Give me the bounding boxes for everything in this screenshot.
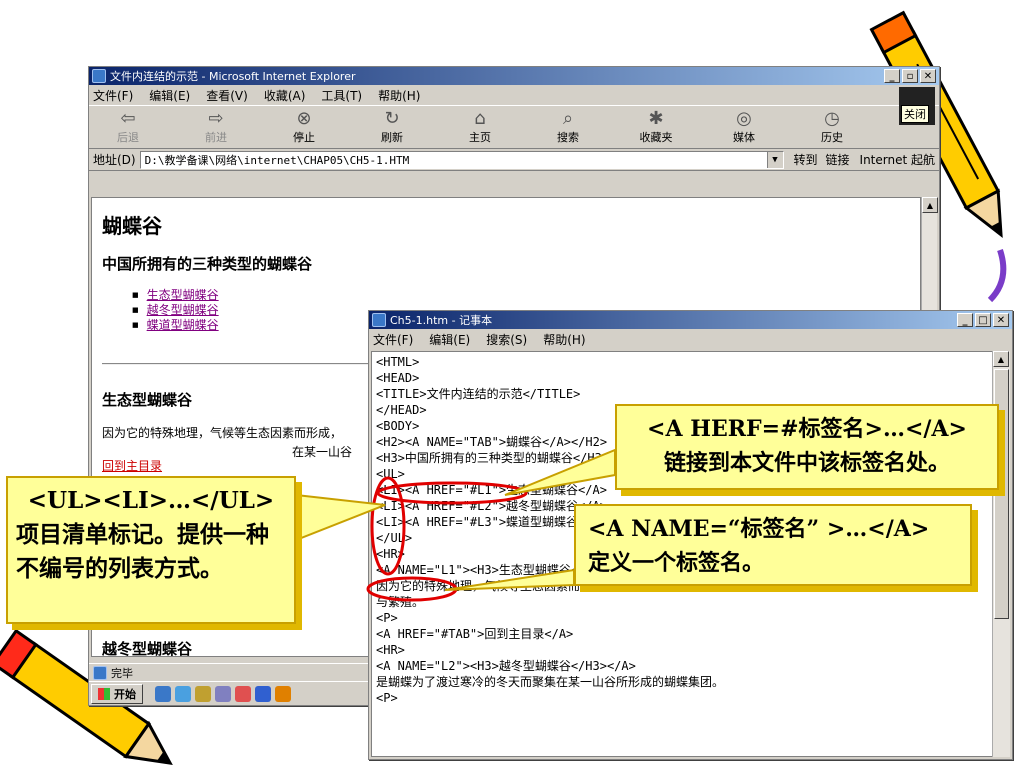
close-button[interactable]: ✕ (920, 69, 936, 83)
search-label: 搜索 (557, 131, 579, 144)
outlook-quick-icon[interactable] (175, 685, 191, 702)
callout-ul-title: <UL><LI>…</UL> (27, 487, 275, 514)
home-button[interactable]: ⌂ 主页 (449, 109, 511, 145)
np-minimize-button[interactable]: _ (957, 313, 973, 327)
status-page-icon (93, 665, 107, 680)
forward-button[interactable]: ⇨ 前进 (185, 109, 247, 145)
scroll-up-icon[interactable]: ▲ (922, 197, 938, 213)
callout-name: <A NAME=“标签名” >…</A> 定义一个标签名。 (574, 504, 972, 586)
edit-quick-icon[interactable] (195, 685, 211, 702)
media-button[interactable]: ◎ 媒体 (713, 109, 775, 145)
favorites-icon: ✱ (648, 108, 664, 129)
callout-href-title: <A HERF=#标签名>…</A> (647, 416, 967, 442)
stop-label: 停止 (293, 131, 315, 144)
start-label: 开始 (114, 687, 136, 701)
menu-edit[interactable]: 编辑(E) (149, 87, 190, 104)
ie-title: 文件内连结的示范 - Microsoft Internet Explorer (110, 70, 356, 83)
status-text: 完毕 (111, 666, 133, 680)
menu-view[interactable]: 查看(V) (206, 87, 248, 104)
start-button[interactable]: 开始 (91, 683, 143, 704)
home-label: 主页 (469, 131, 491, 144)
ie-toolbar: ⇦ 后退 ⇨ 前进 ⊗ 停止 ↻ 刷新 ⌂ 主页 ⌕ 搜索 ✱ 收藏夹 ◎ 媒体 ◷ 历史 (89, 105, 939, 149)
np-scroll-up-icon[interactable]: ▲ (993, 351, 1009, 367)
menu-favorites[interactable]: 收藏(A) (264, 87, 306, 104)
close-badge[interactable]: 关闭 (899, 87, 935, 125)
history-button[interactable]: ◷ 历史 (801, 109, 863, 145)
search-button[interactable]: ⌕ 搜索 (537, 109, 599, 145)
np-menu-help[interactable]: 帮助(H) (543, 331, 585, 348)
app-quick-icon[interactable] (235, 685, 251, 702)
history-label: 历史 (821, 131, 843, 144)
page-subheading: 中国所拥有的三种类型的蝴蝶谷 (102, 255, 313, 273)
address-input[interactable]: D:\教学备课\网络\internet\CHAP05\CH5-1.HTM ▼ (139, 150, 784, 169)
favorites-label: 收藏夹 (639, 131, 673, 144)
refresh-label: 刷新 (381, 131, 403, 144)
np-close-button[interactable]: ✕ (993, 313, 1009, 327)
ie-menubar: 文件(F) 编辑(E) 查看(V) 收藏(A) 工具(T) 帮助(H) (89, 85, 939, 105)
callout-href: <A HERF=#标签名>…</A> 链接到本文件中该标签名处。 (615, 404, 999, 490)
list-item: 生态型蝴蝶谷 (132, 288, 910, 303)
refresh-icon: ↻ (384, 108, 400, 129)
forward-label: 前进 (205, 131, 227, 144)
link-path[interactable]: 蝶道型蝴蝶谷 (147, 318, 219, 332)
address-value: D:\教学备课\网络\internet\CHAP05\CH5-1.HTM (144, 153, 410, 167)
internet-link[interactable]: Internet 起航 (860, 151, 935, 168)
callout-ul-text: 项目清单标记。提供一种不编号的列表方式。 (16, 521, 269, 582)
windows-flag-icon (98, 687, 110, 700)
menu-help[interactable]: 帮助(H) (378, 87, 420, 104)
quicklaunch (155, 685, 291, 702)
minimize-button[interactable]: _ (884, 69, 900, 83)
np-menu-file[interactable]: 文件(F) (373, 331, 413, 348)
explorer-quick-icon[interactable] (215, 685, 231, 702)
np-menu-search[interactable]: 搜索(S) (486, 331, 527, 348)
callout-name-title: <A NAME=“标签名” >…</A> (588, 516, 930, 542)
address-dropdown-icon[interactable]: ▼ (766, 151, 783, 168)
menu-tools[interactable]: 工具(T) (321, 87, 362, 104)
back-label: 后退 (117, 131, 139, 144)
notepad-titlebar[interactable]: Ch5-1.htm - 记事本 _ □ ✕ (369, 311, 1012, 329)
browser-quick-icon[interactable] (255, 685, 271, 702)
back-to-top-link[interactable]: 回到主目录 (102, 459, 162, 473)
notepad-icon (372, 313, 386, 327)
address-label: 地址(D) (93, 153, 136, 167)
menu-file[interactable]: 文件(F) (93, 87, 133, 104)
np-maximize-button[interactable]: □ (975, 313, 991, 327)
callout-name-text: 定义一个标签名。 (588, 550, 765, 576)
np-menu-edit[interactable]: 编辑(E) (429, 331, 470, 348)
back-arrow-icon: ⇦ (120, 108, 136, 129)
forward-arrow-icon: ⇨ (208, 108, 224, 129)
media-icon: ◎ (736, 108, 752, 129)
link-ecological[interactable]: 生态型蝴蝶谷 (147, 288, 219, 302)
address-bar: 地址(D) D:\教学备课\网络\internet\CHAP05\CH5-1.H… (89, 149, 939, 171)
media-label: 媒体 (733, 131, 755, 144)
refresh-button[interactable]: ↻ 刷新 (361, 109, 423, 145)
partial-text: 在某一山谷 (292, 445, 353, 459)
restore-button[interactable]: ▫ (902, 69, 918, 83)
link-wintering[interactable]: 越冬型蝴蝶谷 (147, 303, 219, 317)
notepad-menubar: 文件(F) 编辑(E) 搜索(S) 帮助(H) (369, 329, 1012, 349)
favorites-button[interactable]: ✱ 收藏夹 (625, 109, 687, 145)
links-button[interactable]: 链接 (826, 151, 850, 168)
notepad-title: Ch5-1.htm - 记事本 (390, 314, 493, 327)
stop-icon: ⊗ (296, 108, 312, 129)
ie-icon (92, 69, 106, 83)
home-icon: ⌂ (474, 108, 486, 129)
next-section-heading: 越冬型蝴蝶谷 (102, 640, 193, 657)
ie-quick-icon[interactable] (155, 685, 171, 702)
page-heading: 蝴蝶谷 (102, 214, 162, 238)
callout-ul: <UL><LI>…</UL> 项目清单标记。提供一种不编号的列表方式。 (6, 476, 296, 624)
callout-href-text: 链接到本文件中该标签名处。 (663, 450, 950, 476)
player-quick-icon[interactable] (275, 685, 291, 702)
search-icon: ⌕ (562, 108, 574, 129)
stop-button[interactable]: ⊗ 停止 (273, 109, 335, 145)
history-icon: ◷ (824, 108, 840, 129)
go-button[interactable]: 转到 (794, 151, 818, 168)
ie-titlebar[interactable]: 文件内连结的示范 - Microsoft Internet Explorer _… (89, 67, 939, 85)
close-badge-label: 关闭 (901, 105, 929, 123)
back-button[interactable]: ⇦ 后退 (97, 109, 159, 145)
